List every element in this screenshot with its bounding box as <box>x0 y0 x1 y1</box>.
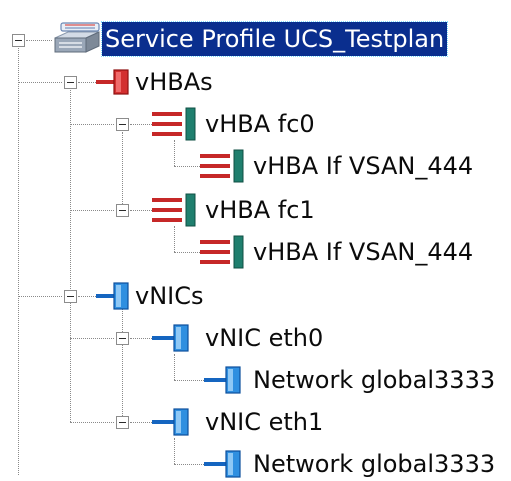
tree-node-label[interactable]: Network global3333 <box>250 447 498 481</box>
tree-line <box>122 304 123 422</box>
tree-node-label[interactable]: vHBA fc1 <box>202 193 318 227</box>
tree-line <box>70 422 114 423</box>
tree-line <box>174 226 175 252</box>
collapse-toggle-root[interactable] <box>12 34 25 47</box>
tree-node-label[interactable]: vHBAs <box>132 65 216 99</box>
tree-line <box>130 422 152 423</box>
tree-node-label[interactable]: vNIC eth0 <box>202 321 326 355</box>
vnic-icon <box>152 324 189 352</box>
tree-node-label[interactable]: vHBA fc0 <box>202 107 318 141</box>
tree-line <box>70 338 114 339</box>
collapse-toggle-vnics[interactable] <box>64 290 77 303</box>
collapse-toggle-vnic-eth0[interactable] <box>116 332 129 345</box>
tree-line <box>130 210 152 211</box>
tree-node-label[interactable]: Service Profile UCS_Testplan <box>100 21 449 57</box>
tree-line <box>70 210 114 211</box>
tree-line <box>174 464 204 465</box>
network-icon <box>204 366 241 394</box>
collapse-toggle-vhbas[interactable] <box>64 76 77 89</box>
tree-line <box>70 296 71 422</box>
service-profile-tree: Service Profile UCS_Testplan vHBAs vHBA … <box>0 0 511 478</box>
vhba-icon <box>152 193 196 227</box>
vhba-group-icon <box>96 69 129 95</box>
tree-line <box>130 338 152 339</box>
collapse-toggle-vhba-fc0[interactable] <box>116 118 129 131</box>
tree-line <box>130 124 152 125</box>
server-icon <box>54 22 100 53</box>
tree-node-label[interactable]: vHBA If VSAN_444 <box>250 235 476 269</box>
tree-line <box>122 132 123 212</box>
tree-node-label[interactable]: vNICs <box>132 279 207 313</box>
tree-node-label[interactable]: vNIC eth1 <box>202 405 326 439</box>
vhba-interface-icon <box>200 235 244 269</box>
vnic-group-icon <box>96 282 129 310</box>
tree-line <box>174 438 175 464</box>
tree-line <box>174 140 175 166</box>
network-icon <box>204 450 241 478</box>
vhba-interface-icon <box>200 149 244 183</box>
vnic-icon <box>152 408 189 436</box>
tree-line <box>18 296 62 297</box>
collapse-toggle-vhba-fc1[interactable] <box>116 204 129 217</box>
tree-line <box>70 90 71 297</box>
collapse-toggle-vnic-eth1[interactable] <box>116 416 129 429</box>
vhba-icon <box>152 107 196 141</box>
tree-line <box>26 40 52 41</box>
tree-node-label[interactable]: Network global3333 <box>250 363 498 397</box>
tree-line <box>174 354 175 380</box>
tree-line <box>18 82 62 83</box>
tree-line <box>174 380 204 381</box>
tree-line <box>70 124 114 125</box>
tree-line <box>18 48 19 475</box>
tree-node-label[interactable]: vHBA If VSAN_444 <box>250 149 476 183</box>
